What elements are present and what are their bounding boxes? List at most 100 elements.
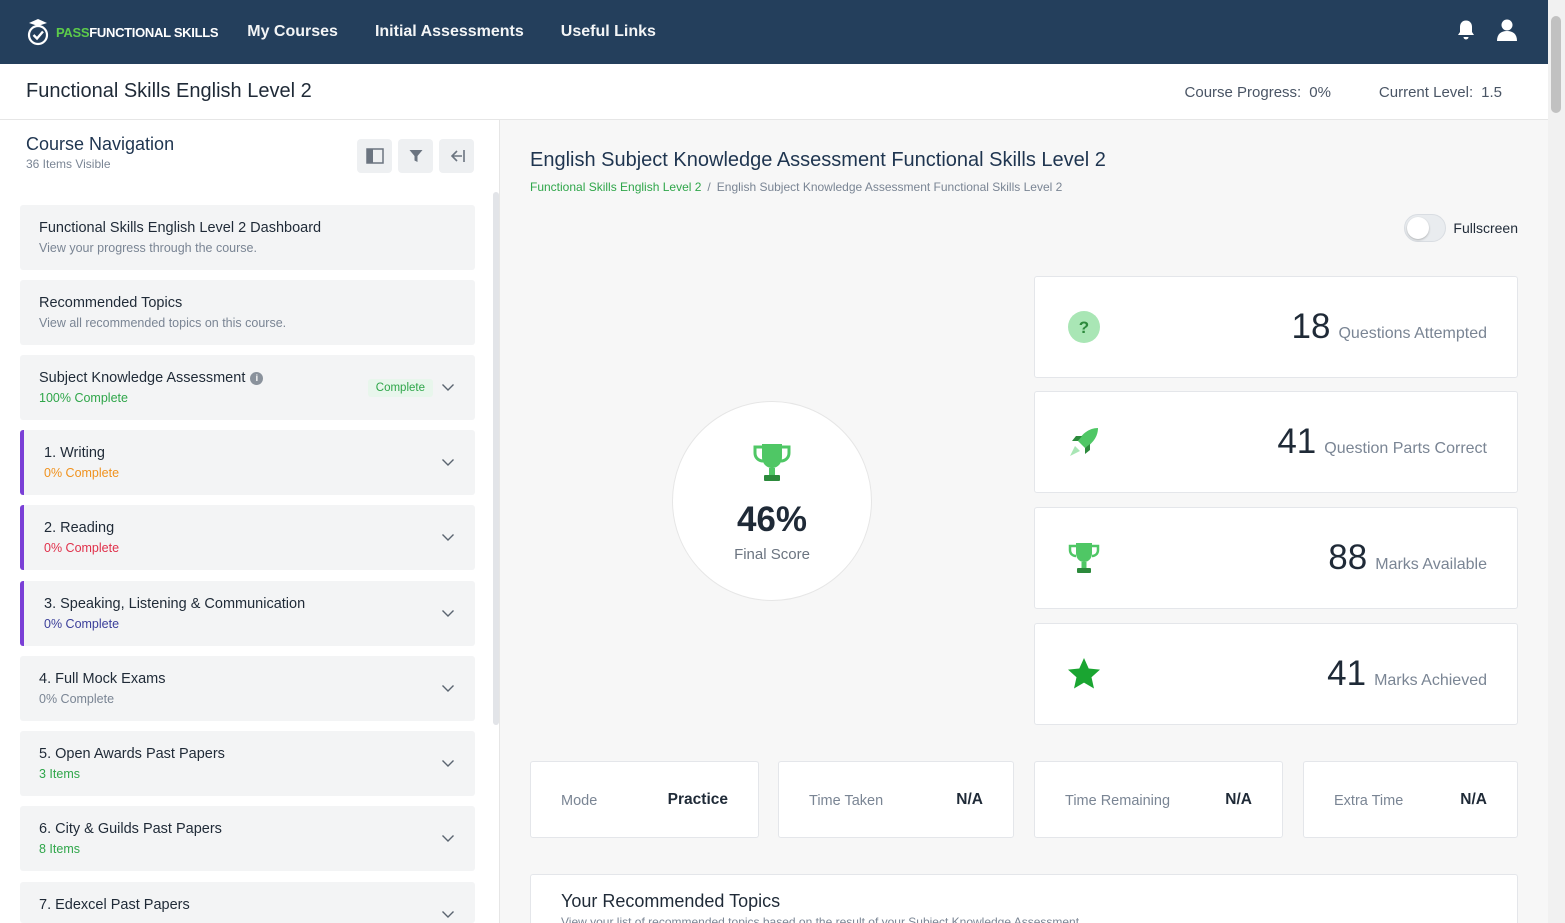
layout-toggle-button[interactable] <box>357 139 392 173</box>
detail-value: N/A <box>1460 791 1487 808</box>
course-header: Functional Skills English Level 2 Course… <box>0 64 1548 120</box>
sidebar-scrollbar[interactable] <box>493 192 499 725</box>
trophy-icon <box>753 444 791 481</box>
nav-my-courses[interactable]: My Courses <box>247 23 338 41</box>
detail-value: N/A <box>956 791 983 808</box>
sidebar-item-title: 7. Edexcel Past Papers <box>39 897 190 913</box>
sidebar-item-subtitle: 3 Items <box>39 767 80 781</box>
chevron-down-icon[interactable] <box>441 831 455 845</box>
stat-label: Question Parts Correct <box>1324 440 1487 457</box>
recommended-topics-panel: Your Recommended Topics View your list o… <box>530 874 1518 923</box>
scrollbar-thumb[interactable] <box>1551 16 1561 113</box>
collapse-sidebar-button[interactable] <box>439 139 474 173</box>
top-navbar: PASSFUNCTIONAL SKILLS My Courses Initial… <box>0 0 1548 64</box>
final-score-value: 46% <box>736 500 808 539</box>
toggle-knob <box>1407 217 1430 239</box>
collapse-left-icon <box>450 150 465 162</box>
sidebar-item-speaking-listening[interactable]: 3. Speaking, Listening & Communication 0… <box>20 581 475 646</box>
stat-label: Questions Attempted <box>1338 325 1487 342</box>
sidebar-item-city-guilds[interactable]: 6. City & Guilds Past Papers 8 Items <box>20 806 475 871</box>
sidebar-item-recommended-topics[interactable]: Recommended Topics View all recommended … <box>20 280 475 345</box>
course-progress-label: Course Progress: <box>1184 84 1302 101</box>
current-level-value: 1.5 <box>1481 84 1502 101</box>
chevron-down-icon[interactable] <box>441 606 455 620</box>
bell-icon[interactable] <box>1456 19 1476 41</box>
fullscreen-switch[interactable] <box>1404 214 1447 242</box>
sidebar-item-subject-knowledge-assessment[interactable]: Subject Knowledge Assessment i 100% Compl… <box>20 355 475 420</box>
final-score-label: Final Score <box>734 546 810 563</box>
recommended-topics-title: Your Recommended Topics <box>561 891 781 911</box>
stat-value: 41 <box>1327 654 1367 693</box>
sidebar-item-dashboard[interactable]: Functional Skills English Level 2 Dashbo… <box>20 205 475 270</box>
logo-check-icon <box>27 19 49 46</box>
sidebar-layout-icon <box>365 148 384 164</box>
detail-label: Mode <box>561 793 598 809</box>
sidebar-item-edexcel[interactable]: 7. Edexcel Past Papers <box>20 882 475 923</box>
fullscreen-label: Fullscreen <box>1453 220 1518 236</box>
nav-initial-assessments[interactable]: Initial Assessments <box>375 23 524 41</box>
stat-marks-achieved: 41 Marks Achieved <box>1034 623 1518 725</box>
detail-value: Practice <box>667 791 728 808</box>
rocket-icon <box>1070 428 1098 456</box>
brand-functional: FUNCTIONAL SKILLS <box>89 24 219 40</box>
stat-label: Marks Achieved <box>1374 672 1487 689</box>
stat-label: Marks Available <box>1375 556 1487 573</box>
page-title: English Subject Knowledge Assessment Fun… <box>530 149 1106 171</box>
detail-label: Time Taken <box>809 793 884 809</box>
sidebar-item-reading[interactable]: 2. Reading 0% Complete <box>20 505 475 570</box>
chevron-down-icon[interactable] <box>441 681 455 695</box>
breadcrumb-course-link[interactable]: Functional Skills English Level 2 <box>530 180 701 194</box>
sidebar-item-subtitle: 100% Complete <box>39 391 128 405</box>
chevron-down-icon[interactable] <box>441 907 455 921</box>
course-title: Functional Skills English Level 2 <box>26 80 312 102</box>
fullscreen-toggle[interactable]: Fullscreen <box>1404 214 1518 242</box>
current-level: Current Level: 1.5 <box>1379 84 1502 101</box>
stat-value: 18 <box>1291 307 1331 346</box>
detail-extra-time: Extra Time N/A <box>1303 761 1518 838</box>
recommended-topics-subtitle: View your list of recommended topics bas… <box>561 915 1083 923</box>
stat-value: 41 <box>1277 422 1317 461</box>
course-progress: Course Progress: 0% <box>1185 84 1331 101</box>
sidebar-item-open-awards[interactable]: 5. Open Awards Past Papers 3 Items <box>20 731 475 796</box>
course-progress-value: 0% <box>1309 84 1331 101</box>
chevron-down-icon[interactable] <box>441 380 455 394</box>
chevron-down-icon[interactable] <box>441 530 455 544</box>
detail-label: Time Remaining <box>1065 793 1171 809</box>
info-icon[interactable]: i <box>250 372 264 385</box>
sidebar-item-title: 5. Open Awards Past Papers <box>39 746 225 762</box>
sidebar-subtitle: 36 Items Visible <box>26 157 111 171</box>
question-icon: ? <box>1068 311 1100 343</box>
sidebar-item-subtitle: 0% Complete <box>44 541 120 555</box>
breadcrumb: Functional Skills English Level 2 / Englis… <box>530 180 1062 194</box>
page-scrollbar[interactable] <box>1548 0 1565 923</box>
brand-logo[interactable]: PASSFUNCTIONAL SKILLS <box>26 17 219 47</box>
sidebar-item-subtitle: 0% Complete <box>44 617 120 631</box>
sidebar-item-writing[interactable]: 1. Writing 0% Complete <box>20 430 475 495</box>
sidebar-item-title: 1. Writing <box>44 445 105 461</box>
sidebar-item-full-mock-exams[interactable]: 4. Full Mock Exams 0% Complete <box>20 656 475 721</box>
star-icon <box>1068 658 1100 689</box>
current-level-label: Current Level: <box>1378 84 1474 101</box>
sidebar-item-subtitle: View all recommended topics on this cour… <box>39 316 287 330</box>
sidebar-title: Course Navigation <box>26 134 175 154</box>
sidebar-item-title: 6. City & Guilds Past Papers <box>39 821 222 837</box>
sidebar-item-subtitle: 0% Complete <box>39 692 115 706</box>
trophy-icon <box>1068 543 1100 573</box>
detail-label: Extra Time <box>1334 793 1404 809</box>
nav-useful-links[interactable]: Useful Links <box>561 23 656 41</box>
sidebar-item-title: Functional Skills English Level 2 Dashbo… <box>39 220 322 236</box>
breadcrumb-separator: / <box>707 180 711 194</box>
user-icon[interactable] <box>1496 18 1518 42</box>
stat-question-parts-correct: 41 Question Parts Correct <box>1034 391 1518 493</box>
status-badge: Complete <box>367 379 433 397</box>
breadcrumb-current: English Subject Knowledge Assessment Fun… <box>716 180 1063 194</box>
main-nav: My Courses Initial Assessments Useful Li… <box>247 23 693 41</box>
sidebar-item-title: 3. Speaking, Listening & Communication <box>44 596 306 612</box>
chevron-down-icon[interactable] <box>441 455 455 469</box>
filter-button[interactable] <box>398 139 433 173</box>
sidebar-item-title: Recommended Topics <box>39 295 183 311</box>
chevron-down-icon[interactable] <box>441 756 455 770</box>
final-score-circle: 46% Final Score <box>672 401 872 601</box>
detail-time-taken: Time Taken N/A <box>778 761 1014 838</box>
sidebar-item-title: 4. Full Mock Exams <box>39 671 166 687</box>
